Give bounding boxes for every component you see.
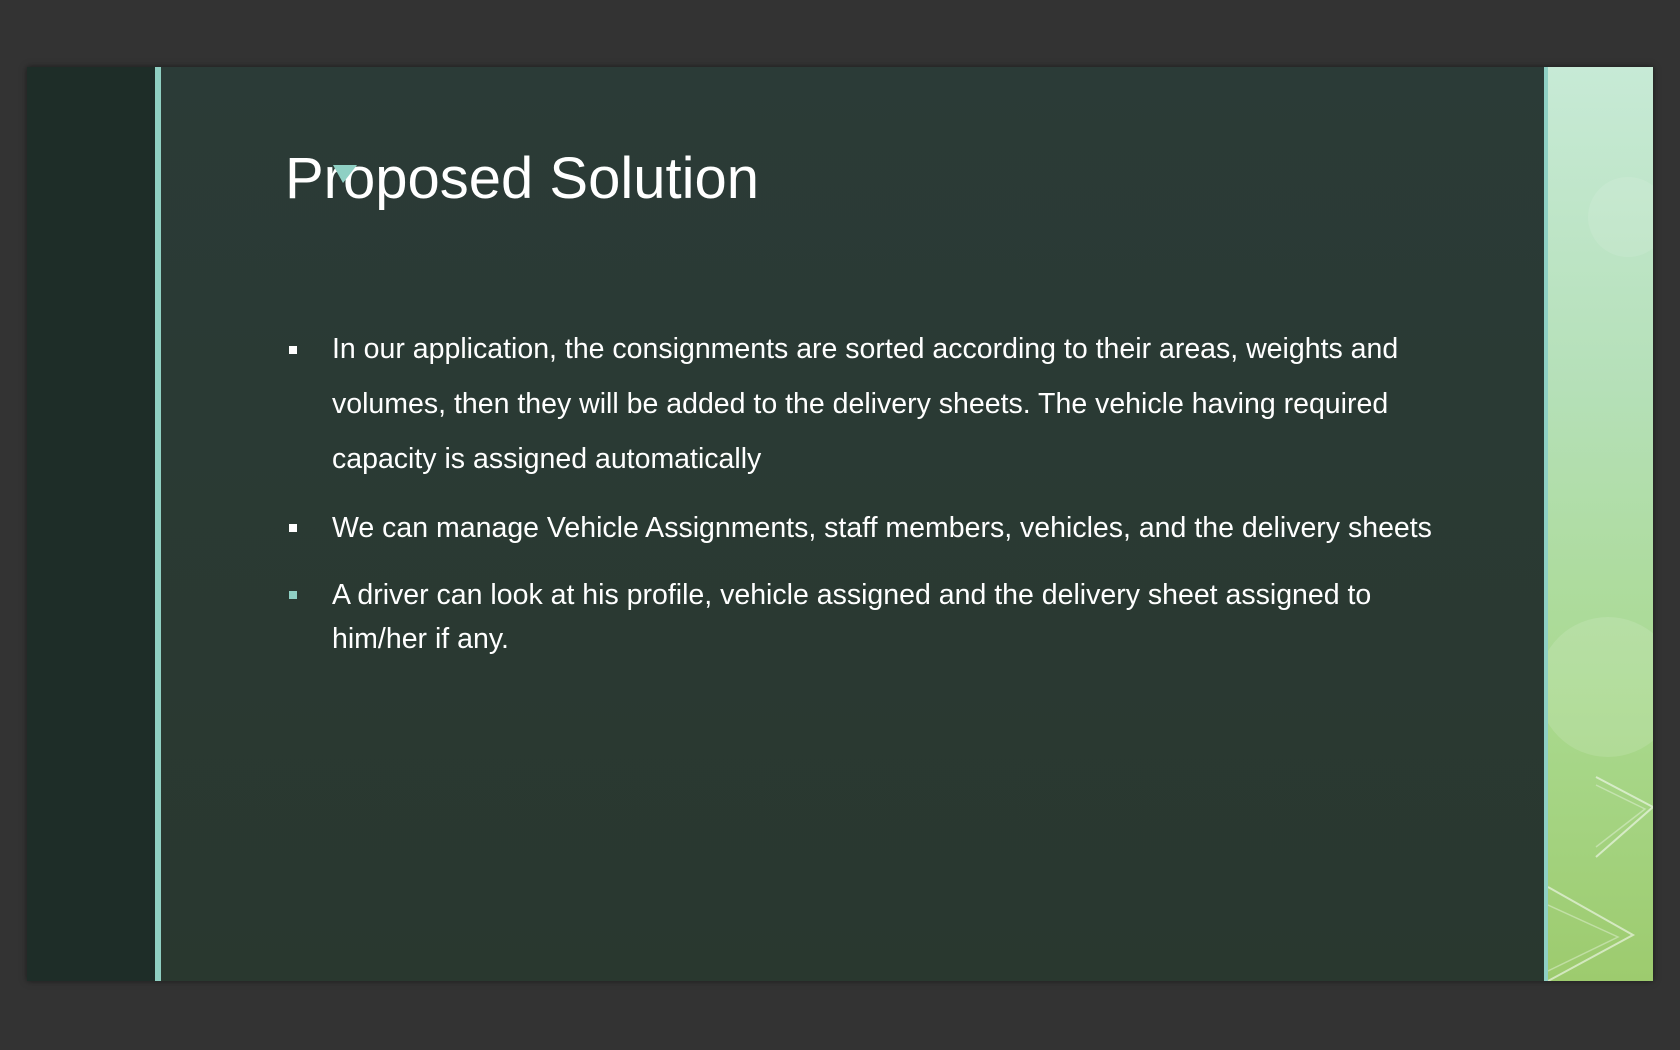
slide-canvas: Proposed Solution In our application, th…	[27, 67, 1653, 981]
bullet-text: We can manage Vehicle Assignments, staff…	[332, 512, 1432, 544]
triangle-accent-icon	[333, 165, 357, 183]
left-decor-band	[27, 67, 155, 981]
square-bullet-icon	[289, 591, 297, 599]
list-item: We can manage Vehicle Assignments, staff…	[285, 501, 1455, 555]
bullet-text: In our application, the consignments are…	[332, 333, 1399, 475]
square-bullet-icon	[289, 346, 297, 354]
right-decor-band	[1548, 67, 1653, 981]
left-accent-rule	[155, 67, 161, 981]
bullet-text: A driver can look at his profile, vehicl…	[332, 579, 1372, 655]
bullet-list: In our application, the consignments are…	[285, 322, 1455, 661]
list-item: A driver can look at his profile, vehicl…	[285, 573, 1455, 661]
list-item: In our application, the consignments are…	[285, 322, 1455, 487]
square-bullet-icon	[289, 524, 297, 532]
chevron-pattern-icon	[1548, 177, 1653, 981]
